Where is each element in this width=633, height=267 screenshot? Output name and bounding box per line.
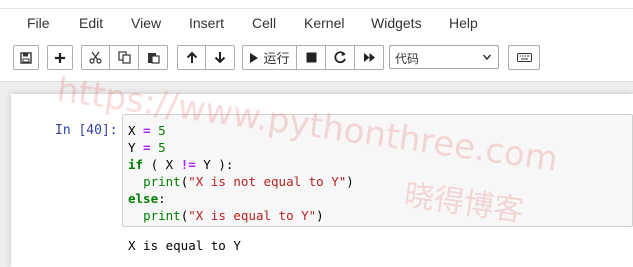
code-keyword: if: [128, 157, 144, 172]
arrow-up-icon: [186, 51, 197, 63]
interrupt-button[interactable]: [297, 45, 326, 70]
restart-icon: [333, 51, 346, 64]
code-line: print("X is not equal to Y"): [128, 173, 632, 190]
chevron-down-icon: [482, 54, 492, 61]
code-keyword: else: [128, 191, 159, 206]
cell-output: X is equal to Y: [128, 238, 241, 253]
code-line: if ( X != Y ):: [128, 156, 632, 173]
restart-button[interactable]: [326, 45, 355, 70]
code-text: ): [316, 208, 324, 223]
code-operator: !=: [180, 157, 196, 172]
code-text: ( X: [143, 157, 181, 172]
code-line: Y = 5: [128, 139, 632, 156]
code-cell-editor[interactable]: X = 5 Y = 5 if ( X != Y ): print("X is n…: [122, 114, 633, 227]
code-line: else:: [128, 190, 632, 207]
cut-button[interactable]: [81, 45, 110, 70]
menu-file[interactable]: File: [27, 15, 50, 31]
menu-edit[interactable]: Edit: [79, 15, 103, 31]
cell-type-value: 代码: [395, 52, 420, 66]
code-line: print("X is equal to Y"): [128, 207, 632, 224]
code-line: X = 5: [128, 122, 632, 139]
save-button[interactable]: [13, 45, 39, 70]
menu-help[interactable]: Help: [449, 15, 478, 31]
menu-view[interactable]: View: [131, 15, 161, 31]
menu-insert[interactable]: Insert: [189, 15, 224, 31]
code-number: 5: [158, 140, 166, 155]
save-icon: [20, 51, 32, 64]
menu-cell[interactable]: Cell: [252, 15, 276, 31]
arrow-down-icon: [214, 52, 226, 64]
notebook-header: File Edit View Insert Cell Kernel Widget…: [0, 0, 633, 82]
code-text: :: [158, 191, 166, 206]
code-number: 5: [158, 123, 166, 138]
code-builtin: print: [143, 174, 181, 189]
cut-icon: [89, 51, 102, 64]
play-icon: [250, 52, 259, 63]
copy-button[interactable]: [110, 45, 139, 70]
code-string: "X is equal to Y": [188, 208, 317, 223]
code-var: Y: [128, 140, 136, 155]
menu-kernel[interactable]: Kernel: [304, 15, 344, 31]
code-assign: =: [135, 123, 159, 138]
command-palette-button[interactable]: [508, 45, 540, 70]
code-text: ): [346, 174, 354, 189]
cell-type-select[interactable]: 代码: [389, 45, 499, 69]
paste-button[interactable]: [139, 45, 168, 70]
paste-icon: [147, 53, 160, 64]
code-var: X: [128, 123, 136, 138]
code-string: "X is not equal to Y": [188, 174, 347, 189]
toolbar: 运行: [0, 42, 633, 74]
run-label: 运行: [263, 52, 290, 67]
code-text: Y ):: [195, 157, 234, 172]
move-up-button[interactable]: [177, 45, 206, 70]
run-button[interactable]: 运行: [242, 45, 297, 70]
fast-forward-icon: [363, 53, 375, 62]
copy-icon: [117, 51, 131, 64]
code-assign: =: [135, 140, 159, 155]
menu-bar: File Edit View Insert Cell Kernel Widget…: [0, 8, 633, 38]
restart-run-all-button[interactable]: [355, 45, 384, 70]
insert-cell-button[interactable]: [47, 45, 73, 70]
menu-widgets[interactable]: Widgets: [371, 15, 422, 31]
code-builtin: print: [143, 208, 181, 223]
input-prompt: In [40]:: [55, 123, 118, 138]
plus-icon: [55, 52, 65, 63]
keyboard-icon: [516, 53, 532, 62]
stop-icon: [306, 52, 316, 63]
move-down-button[interactable]: [206, 45, 235, 70]
